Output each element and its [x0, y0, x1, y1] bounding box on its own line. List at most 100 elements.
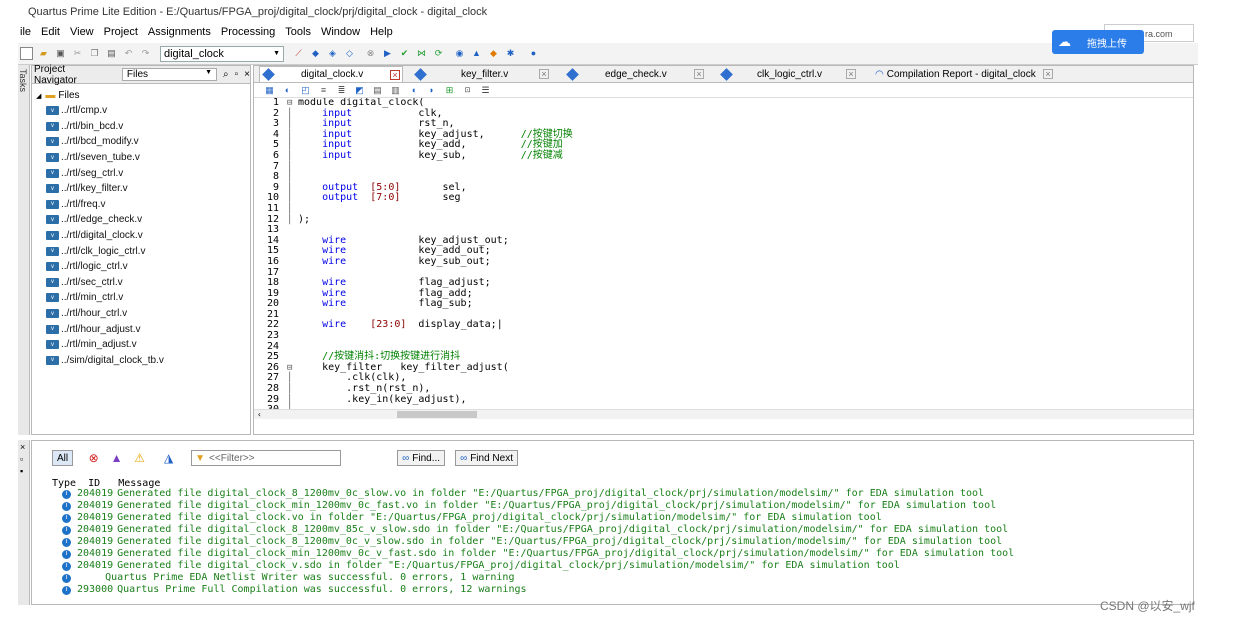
collapse-icon[interactable]: ◢ [36, 92, 41, 100]
file-item[interactable]: v ../rtl/seven_tube.v [32, 150, 250, 166]
paste-icon[interactable]: ▤ [105, 47, 118, 60]
info-filter-icon[interactable]: ◮ [162, 452, 175, 465]
save-icon[interactable]: ▣ [54, 47, 67, 60]
goto-icon[interactable]: ◰ [300, 85, 311, 96]
assembler-icon[interactable]: ⟳ [432, 47, 445, 60]
timing-analyzer-icon[interactable]: ◉ [453, 47, 466, 60]
tab-key-filter[interactable]: key_filter.v × [414, 66, 556, 82]
filter-input[interactable]: ▼ <<Filter>> [191, 450, 342, 466]
file-item[interactable]: v ../rtl/clk_logic_ctrl.v [32, 243, 250, 259]
scroll-left-icon[interactable]: ‹ [257, 410, 262, 419]
file-item[interactable]: v ../rtl/bin_bcd.v [32, 119, 250, 135]
pin-icon[interactable]: ◖ [408, 85, 419, 96]
file-item[interactable]: v ../rtl/seg_ctrl.v [32, 165, 250, 181]
tasks-strip[interactable]: Tasks [18, 65, 30, 435]
menu-file[interactable]: ile [20, 26, 31, 38]
netlist-icon[interactable]: ◇ [343, 47, 356, 60]
message-row[interactable]: i 204019 Generated file digital_clock.vo i… [62, 512, 1014, 524]
message-row[interactable]: i 204019 Generated file digital_clock_min_… [62, 500, 1014, 512]
close-icon[interactable]: × [244, 69, 250, 80]
close-tab-icon[interactable]: × [390, 70, 400, 80]
message-row[interactable]: i 293000 Quartus Prime Full Compilation wa… [62, 584, 1014, 596]
message-row[interactable]: i 204019 Generated file digital_clock_8_12… [62, 524, 1014, 536]
file-item[interactable]: v ../rtl/hour_ctrl.v [32, 306, 250, 322]
align-icon[interactable]: ☰ [480, 85, 491, 96]
line-number-icon[interactable]: ⊡ [462, 85, 473, 96]
menu-help[interactable]: Help [370, 26, 393, 38]
analysis-icon[interactable]: ✔ [398, 47, 411, 60]
menu-assignments[interactable]: Assignments [148, 26, 211, 38]
open-folder-icon[interactable]: ▰ [37, 47, 50, 60]
files-root[interactable]: ◢ ▬ Files [32, 88, 250, 103]
file-item[interactable]: v ../rtl/key_filter.v [32, 181, 250, 197]
settings-icon[interactable]: ⟋ [292, 47, 305, 60]
file-item[interactable]: v ../rtl/min_ctrl.v [32, 290, 250, 306]
new-file-icon[interactable] [20, 47, 33, 60]
programmer-icon[interactable]: ▲ [470, 47, 483, 60]
file-item[interactable]: v ../rtl/min_adjust.v [32, 337, 250, 353]
tab-edge-check[interactable]: edge_check.v × [566, 66, 710, 82]
file-item[interactable]: v ../rtl/cmp.v [32, 103, 250, 119]
find-icon[interactable]: ◐ [282, 85, 293, 96]
close-tab-icon[interactable]: × [846, 69, 856, 79]
messages-strip[interactable]: × ▫ ▪ [18, 440, 30, 605]
file-item[interactable]: v ../rtl/bcd_modify.v [32, 134, 250, 150]
tab-digital-clock[interactable]: digital_clock.v × [259, 66, 403, 82]
filter-all-button[interactable]: All [52, 450, 74, 466]
cut-icon[interactable]: ✂ [71, 47, 84, 60]
code-area[interactable]: 1 2 3 4 5 6 7 8 9 10 11 12 13 14 15 16 17 18 19 20 21 22 23 24 2… [254, 98, 1193, 419]
file-item[interactable]: v ../rtl/sec_ctrl.v [32, 275, 250, 291]
redo-icon[interactable]: ↷ [139, 47, 152, 60]
scroll-thumb[interactable] [397, 411, 477, 418]
fold-toggle-icon[interactable]: ⊟ [287, 98, 297, 109]
warning-filter-icon[interactable]: ⚠ [133, 452, 146, 465]
fitter-icon[interactable]: ⋈ [415, 47, 428, 60]
horizontal-scrollbar[interactable]: ‹ [254, 409, 1193, 419]
find-next-button[interactable]: ∞ Find Next [455, 450, 518, 466]
close-tab-icon[interactable]: × [1043, 69, 1053, 79]
file-item[interactable]: v ../rtl/edge_check.v [32, 212, 250, 228]
find-button[interactable]: ∞ Find... [397, 450, 446, 466]
file-item[interactable]: v ../rtl/freq.v [32, 197, 250, 213]
indent-icon[interactable]: ≡ [318, 85, 329, 96]
pin-icon[interactable]: ▪ [20, 466, 23, 476]
comment-icon[interactable]: ▤ [372, 85, 383, 96]
error-filter-icon[interactable]: ⊗ [87, 452, 100, 465]
uncomment-icon[interactable]: ▥ [390, 85, 401, 96]
message-row[interactable]: i 204019 Generated file digital_clock_8_12… [62, 536, 1014, 548]
outdent-icon[interactable]: ≣ [336, 85, 347, 96]
chip-planner-icon[interactable]: ◆ [309, 47, 322, 60]
message-row[interactable]: i 204019 Generated file digital_clock_v.sd… [62, 560, 1014, 572]
start-compilation-icon[interactable]: ▶ [381, 47, 394, 60]
menu-window[interactable]: Window [321, 26, 360, 38]
message-row[interactable]: i Quartus Prime EDA Netlist Writer was s… [62, 572, 1014, 584]
copy-icon[interactable]: ❐ [88, 47, 101, 60]
float-icon[interactable]: ▫ [20, 454, 23, 464]
file-item[interactable]: v ../rtl/logic_ctrl.v [32, 259, 250, 275]
search-icon[interactable]: ⌕ [223, 69, 229, 80]
navigator-view-select[interactable]: Files ▼ [121, 68, 217, 81]
menu-processing[interactable]: Processing [221, 26, 275, 38]
sim-icon[interactable]: ◆ [487, 47, 500, 60]
critical-warning-filter-icon[interactable]: ▲ [110, 452, 123, 465]
stop-icon[interactable]: ⊗ [364, 47, 377, 60]
format-icon[interactable]: ▦ [264, 85, 275, 96]
file-item[interactable]: v ../sim/digital_clock_tb.v [32, 353, 250, 369]
menu-project[interactable]: Project [104, 26, 138, 38]
bookmark-icon[interactable]: ◩ [354, 85, 365, 96]
fold-toggle-icon[interactable]: ⊟ [287, 363, 297, 374]
project-select[interactable]: digital_clock ▼ [160, 45, 284, 62]
pin-planner-icon[interactable]: ◈ [326, 47, 339, 60]
message-row[interactable]: i 204019 Generated file digital_clock_8_12… [62, 488, 1014, 500]
menu-tools[interactable]: Tools [285, 26, 311, 38]
file-item[interactable]: v ../rtl/digital_clock.v [32, 228, 250, 244]
ip-catalog-icon[interactable]: ✱ [504, 47, 517, 60]
undo-icon[interactable]: ↶ [122, 47, 135, 60]
file-item[interactable]: v ../rtl/hour_adjust.v [32, 321, 250, 337]
tab-compilation-report[interactable]: ◠ Compilation Report - digital_clock × [875, 66, 1059, 82]
close-tab-icon[interactable]: × [694, 69, 704, 79]
tab-clk-logic-ctrl[interactable]: clk_logic_ctrl.v × [720, 66, 862, 82]
template-icon[interactable]: ◗ [426, 85, 437, 96]
float-icon[interactable]: ▫ [235, 69, 239, 80]
help-icon[interactable]: ● [527, 47, 540, 60]
